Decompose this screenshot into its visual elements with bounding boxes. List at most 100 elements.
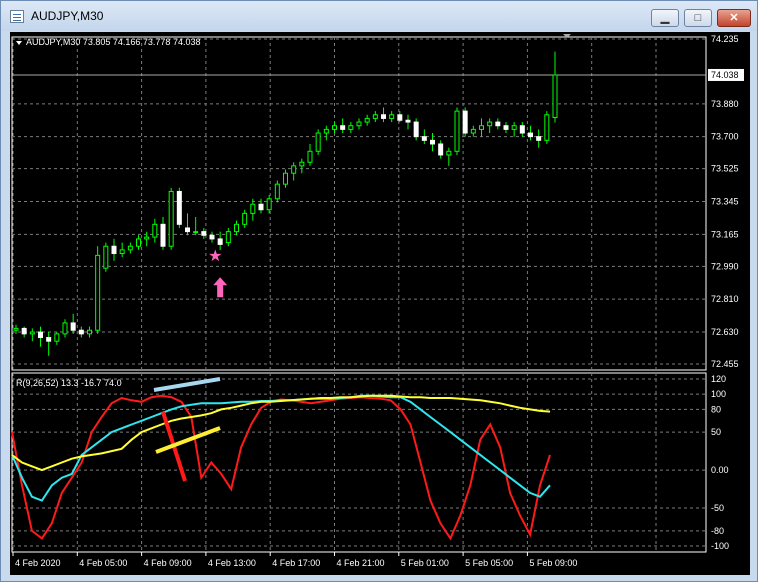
- candle-body: [119, 249, 125, 255]
- candle-body: [381, 114, 386, 119]
- candle-body: [95, 254, 101, 331]
- drawn-trendline-blue[interactable]: [153, 377, 221, 392]
- title-bar[interactable]: AUDJPY,M30 ▁ □ ✕: [1, 1, 757, 31]
- time-axis-label: 4 Feb 13:00: [208, 558, 256, 568]
- indicator-tick-label: 50: [711, 427, 721, 437]
- price-tick-label: 73.880: [711, 99, 739, 109]
- chart-svg[interactable]: 74.235 73.880 73.700 73.525 73.345 73.165 72.9…: [10, 32, 750, 575]
- price-tick-label: 73.165: [711, 229, 739, 239]
- close-icon: ✕: [729, 12, 739, 24]
- candle-body: [46, 337, 52, 342]
- candle-body: [78, 329, 84, 335]
- candle-body: [340, 125, 346, 130]
- time-axis-label: 4 Feb 17:00: [272, 558, 320, 568]
- time-axis-label: 4 Feb 05:00: [79, 558, 127, 568]
- candle-body: [54, 333, 60, 342]
- time-axis-label: 5 Feb 09:00: [529, 558, 577, 568]
- indicator-tick-label: -100: [711, 541, 729, 551]
- price-tick-label: 72.630: [711, 327, 739, 337]
- candle-body: [470, 128, 476, 134]
- collapse-triangle-icon[interactable]: [16, 41, 22, 45]
- candle-body: [250, 203, 256, 214]
- price-tick-label: 74.235: [711, 34, 739, 44]
- price-tick-label: 73.525: [711, 164, 739, 174]
- candle-body: [266, 198, 272, 211]
- price-tick-label: 72.455: [711, 359, 739, 369]
- candle-body: [438, 143, 444, 156]
- buy-arrow-icon: [213, 277, 228, 298]
- price-tick-label: 72.990: [711, 261, 739, 271]
- r-fast-line: [11, 394, 551, 541]
- candle-body: [242, 212, 248, 225]
- maximize-icon: □: [694, 12, 702, 24]
- candle-body: [274, 183, 280, 200]
- candle-body: [446, 150, 452, 156]
- indicator-panel-label: R(9,26,52) 13.3 -16.7 74.0: [16, 378, 122, 388]
- candle-body: [70, 322, 76, 331]
- time-axis-label: 5 Feb 01:00: [401, 558, 449, 568]
- indicator-tick-label: 100: [711, 389, 726, 399]
- candle-body: [160, 223, 166, 247]
- window-title: AUDJPY,M30: [31, 9, 104, 23]
- star-marker-icon: ★: [208, 248, 222, 265]
- minimize-button[interactable]: ▁: [651, 9, 679, 27]
- r-mid-line: [11, 394, 551, 502]
- candle-body: [258, 203, 264, 211]
- price-panel-label: AUDJPY,M30 73.805 74.166 73.778 74.038: [26, 37, 200, 47]
- candle-body: [348, 125, 354, 130]
- candle-body: [168, 190, 174, 247]
- candle-body: [503, 125, 509, 130]
- candle-body: [454, 110, 460, 152]
- close-button[interactable]: ✕: [717, 9, 751, 27]
- candle-body: [487, 121, 493, 127]
- candle-body: [111, 245, 117, 255]
- candle-body: [225, 231, 231, 244]
- candle-body: [136, 238, 141, 247]
- drawn-trendline-yellow[interactable]: [155, 426, 221, 454]
- candle-body: [152, 223, 158, 238]
- candle-body: [87, 329, 92, 335]
- candle-body: [413, 121, 419, 138]
- time-axis-label: 5 Feb 05:00: [465, 558, 513, 568]
- candle-body: [283, 172, 288, 185]
- candle-body: [144, 236, 150, 240]
- candle-body: [495, 121, 501, 127]
- time-axis-label: 4 Feb 21:00: [337, 558, 385, 568]
- indicator-tick-label: -50: [711, 503, 724, 513]
- candle-body: [62, 322, 68, 335]
- candle-body: [405, 119, 411, 123]
- current-price-label: 74.038: [711, 70, 739, 80]
- minimize-icon: ▁: [660, 12, 670, 24]
- candle-body: [421, 136, 427, 141]
- indicator-tick-label: 120: [711, 374, 726, 384]
- candle-body: [397, 114, 403, 121]
- candle-body: [201, 231, 207, 236]
- maximize-button[interactable]: □: [684, 9, 712, 27]
- candle-body: [519, 125, 525, 134]
- candle-body: [176, 190, 182, 225]
- candle-body: [38, 331, 43, 339]
- candle-body: [185, 227, 190, 233]
- candle-body: [13, 327, 19, 331]
- r-slow-line: [11, 394, 551, 472]
- price-panel[interactable]: [11, 36, 707, 371]
- price-tick-label: 72.810: [711, 294, 739, 304]
- candle-body: [234, 223, 239, 233]
- candle-body: [103, 245, 109, 269]
- price-tick-label: 73.345: [711, 197, 739, 207]
- candle-body: [332, 125, 337, 130]
- candle-body: [209, 234, 215, 240]
- candle-body: [552, 74, 558, 119]
- candle-body: [127, 245, 133, 251]
- indicator-tick-label: 80: [711, 404, 721, 414]
- chart-window: AUDJPY,M30 ▁ □ ✕ 74.235 73.880 73.700 73.52…: [0, 0, 758, 582]
- candle-body: [29, 331, 35, 335]
- candle-body: [21, 327, 27, 335]
- candle-body: [193, 231, 199, 234]
- indicator-tick-label: 0.00: [711, 465, 729, 475]
- chart-area[interactable]: 74.235 73.880 73.700 73.525 73.345 73.165 72.9…: [10, 32, 750, 575]
- candle-body: [291, 165, 297, 174]
- candle-body: [536, 136, 542, 141]
- candle-body: [217, 238, 223, 245]
- candle-body: [299, 161, 305, 167]
